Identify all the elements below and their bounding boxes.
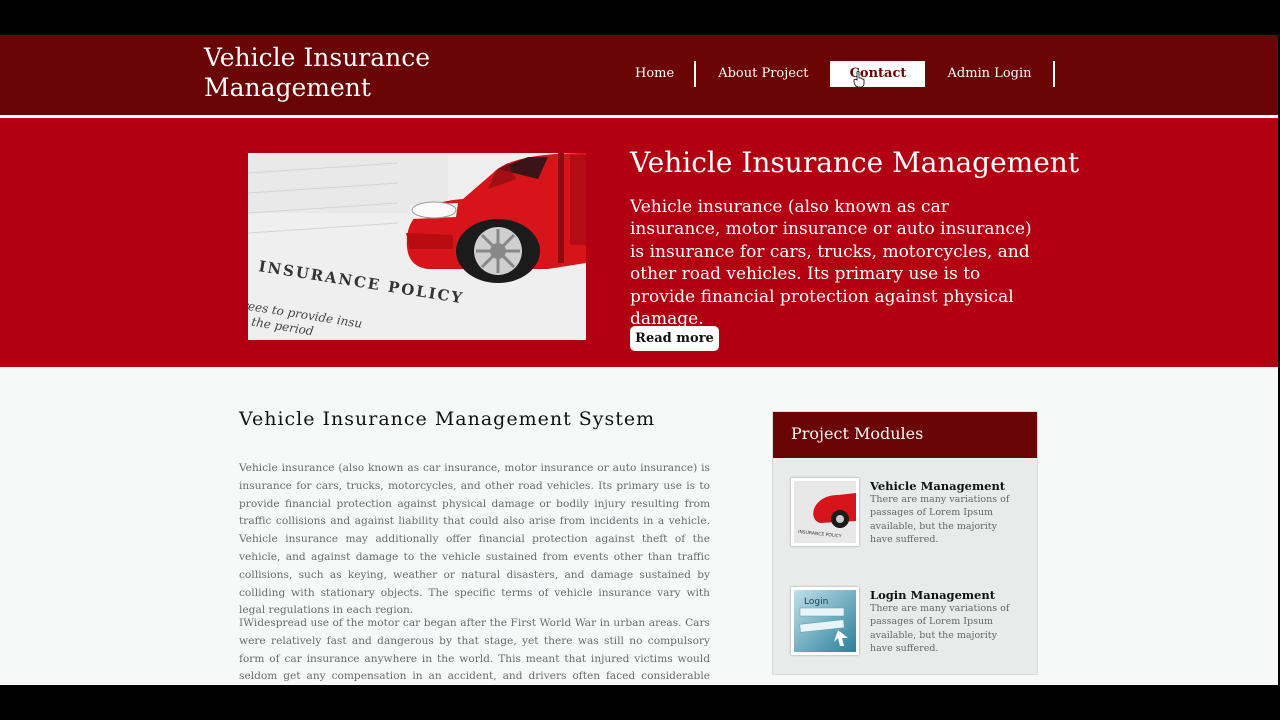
project-modules-panel: Project Modules INSURANCE POLICY Vehicle…	[772, 411, 1038, 675]
nav-home-link[interactable]: Home	[616, 61, 694, 87]
site: Vehicle Insurance Management Home About …	[0, 35, 1278, 685]
hero-description: Vehicle insurance (also known as car ins…	[630, 197, 1032, 330]
module-description: There are many variations of passages of…	[870, 603, 1010, 655]
read-more-button[interactable]: Read more	[630, 326, 719, 351]
brand-line-2: Management	[204, 73, 371, 102]
main-nav: Home About Project Contact Admin Login	[616, 61, 1055, 87]
project-modules-title: Project Modules	[773, 412, 1037, 458]
module-title: Login Management	[870, 588, 996, 602]
site-brand[interactable]: Vehicle Insurance Management	[204, 43, 464, 103]
vehicle-management-thumbnail: INSURANCE POLICY	[791, 478, 859, 546]
nav-divider	[1052, 61, 1055, 87]
hero-title: Vehicle Insurance Management	[630, 146, 1080, 179]
car-thumbnail-icon: INSURANCE POLICY	[794, 481, 856, 543]
nav-admin-login-link[interactable]: Admin Login	[947, 61, 1052, 87]
car-insurance-illustration: INSURANCE POLICY rees to provide insu g …	[248, 153, 586, 340]
hero-banner: INSURANCE POLICY rees to provide insu g …	[0, 118, 1278, 367]
cursor-pointer-icon	[853, 71, 865, 87]
brand-line-1: Vehicle Insurance	[204, 43, 431, 72]
main-section-title: Vehicle Insurance Management System	[239, 408, 656, 430]
nav-contact-link[interactable]: Contact	[830, 61, 926, 87]
module-title: Vehicle Management	[870, 479, 1006, 493]
hero-image: INSURANCE POLICY rees to provide insu g …	[248, 153, 586, 340]
login-thumbnail-text: Login	[804, 597, 828, 607]
login-thumbnail-icon: Login	[794, 590, 856, 652]
module-description: There are many variations of passages of…	[870, 494, 1010, 546]
main-paragraph: IWidespread use of the motor car began a…	[239, 617, 710, 683]
site-header: Vehicle Insurance Management Home About …	[0, 35, 1278, 115]
nav-about-project-link[interactable]: About Project	[696, 61, 829, 87]
login-management-thumbnail: Login	[791, 587, 859, 655]
main-paragraph: Vehicle insurance (also known as car ins…	[239, 462, 710, 617]
